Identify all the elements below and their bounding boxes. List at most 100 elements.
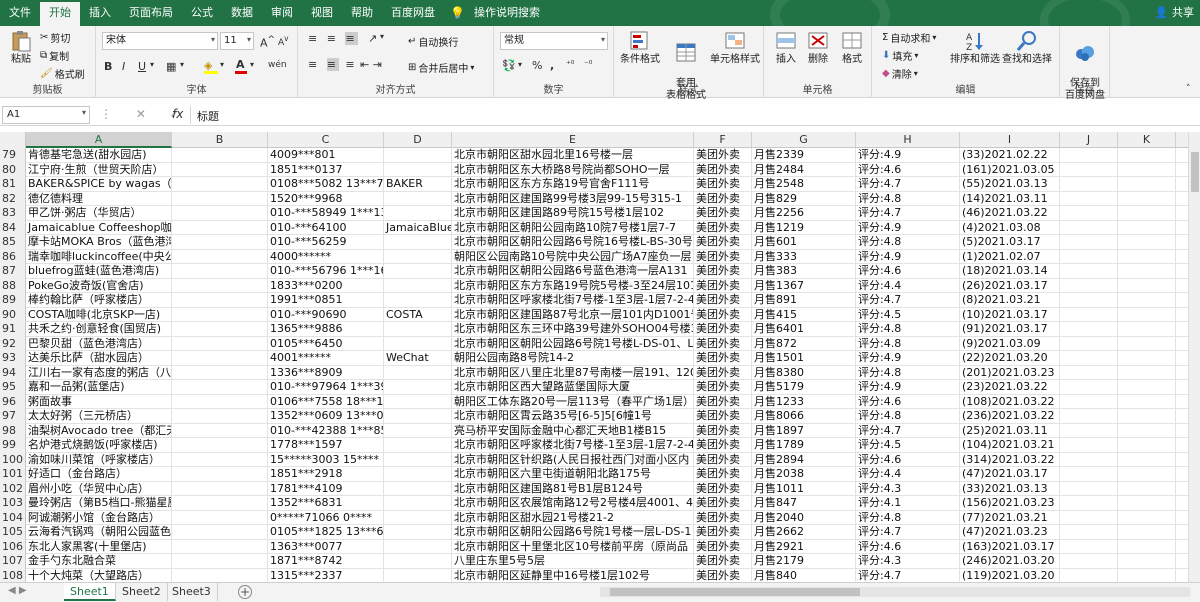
cell-b[interactable] — [172, 510, 268, 525]
cell-k[interactable] — [1118, 496, 1176, 511]
paste-button[interactable]: 粘贴 — [6, 30, 36, 66]
formula-input[interactable]: 标题 — [190, 106, 1198, 124]
cell-d[interactable] — [384, 264, 452, 279]
cell-b[interactable] — [172, 351, 268, 366]
row-header[interactable]: 100 — [0, 452, 26, 467]
cell-j[interactable] — [1060, 191, 1118, 206]
cell-c[interactable]: 010-***97964 1***39 — [268, 380, 384, 395]
cell-h[interactable]: 评分:4.9 — [856, 148, 960, 163]
cell-a[interactable]: 瑞幸咖啡luckincoffee(中央公园 — [26, 249, 172, 264]
cell-a[interactable]: 肯德基宅急送(甜水园店) — [26, 148, 172, 163]
cell-a[interactable]: Jamaicablue Coffeeshop咖啡 — [26, 220, 172, 235]
worksheet-grid[interactable]: ABCDEFGHIJK 79 肯德基宅急送(甜水园店) 4009***801 北京市朝… — [0, 132, 1188, 582]
cell-k[interactable] — [1118, 438, 1176, 453]
cell-k[interactable] — [1118, 293, 1176, 308]
column-header-b[interactable]: B — [172, 132, 268, 148]
cell-d[interactable] — [384, 278, 452, 293]
cell-a[interactable]: 德亿德料理 — [26, 191, 172, 206]
borders-dropdown[interactable]: ▾ — [180, 60, 184, 69]
cell-c[interactable]: 1315***2337 — [268, 568, 384, 582]
row-header[interactable]: 83 — [0, 206, 26, 221]
cell-i[interactable]: (8)2021.03.21 — [960, 293, 1060, 308]
cell-a[interactable]: 巴黎贝甜（蓝色港湾店） — [26, 336, 172, 351]
cell-k[interactable] — [1118, 162, 1176, 177]
cell-b[interactable] — [172, 496, 268, 511]
cell-styles-button[interactable]: 单元格样式 — [710, 30, 760, 66]
cell-f[interactable]: 美团外卖 — [694, 278, 752, 293]
tab-review[interactable]: 审阅 — [262, 0, 302, 26]
cell-a[interactable]: 眉州小吃（华贸中心店） — [26, 481, 172, 496]
cell-f[interactable]: 美团外卖 — [694, 423, 752, 438]
add-sheet-button[interactable]: + — [238, 585, 252, 599]
cell-h[interactable]: 评分:4.9 — [856, 220, 960, 235]
cell-i[interactable]: (26)2021.03.17 — [960, 278, 1060, 293]
percent-button[interactable]: % — [532, 59, 542, 72]
cell-b[interactable] — [172, 365, 268, 380]
column-header-f[interactable]: F — [694, 132, 752, 148]
cell-d[interactable] — [384, 481, 452, 496]
cell-f[interactable]: 美团外卖 — [694, 409, 752, 424]
cell-h[interactable]: 评分:4.7 — [856, 525, 960, 540]
cell-g[interactable]: 月售8380 — [752, 365, 856, 380]
cell-h[interactable]: 评分:4.8 — [856, 510, 960, 525]
cell-h[interactable]: 评分:4.8 — [856, 322, 960, 337]
cell-f[interactable]: 美团外卖 — [694, 191, 752, 206]
cell-i[interactable]: (55)2021.03.13 — [960, 177, 1060, 192]
font-color-icon[interactable]: A — [236, 58, 245, 71]
cell-k[interactable] — [1118, 539, 1176, 554]
cell-j[interactable] — [1060, 568, 1118, 582]
cell-g[interactable]: 月售891 — [752, 293, 856, 308]
cell-g[interactable]: 月售5179 — [752, 380, 856, 395]
cell-g[interactable]: 月售2662 — [752, 525, 856, 540]
cell-j[interactable] — [1060, 220, 1118, 235]
cell-h[interactable]: 评分:4.8 — [856, 365, 960, 380]
cell-k[interactable] — [1118, 336, 1176, 351]
cell-h[interactable]: 评分:4.3 — [856, 481, 960, 496]
cell-f[interactable]: 美团外卖 — [694, 235, 752, 250]
cell-i[interactable]: (156)2021.03.23 — [960, 496, 1060, 511]
row-header[interactable]: 84 — [0, 220, 26, 235]
row-header[interactable]: 96 — [0, 394, 26, 409]
fill-button[interactable]: ⬇ 填充 ▾ — [882, 48, 918, 63]
row-header[interactable]: 105 — [0, 525, 26, 540]
cell-d[interactable] — [384, 336, 452, 351]
cell-c[interactable]: 1520***9968 — [268, 191, 384, 206]
bold-button[interactable]: B — [104, 60, 112, 73]
tab-baidu-netdisk[interactable]: 百度网盘 — [382, 0, 444, 26]
insert-cells-button[interactable]: 插入 — [770, 30, 802, 66]
row-header[interactable]: 102 — [0, 481, 26, 496]
cell-i[interactable]: (314)2021.03.22 — [960, 452, 1060, 467]
cell-g[interactable]: 月售2548 — [752, 177, 856, 192]
format-cells-button[interactable]: 格式 — [836, 30, 868, 66]
phonetic-guide-button[interactable]: wén — [268, 60, 287, 70]
cell-a[interactable]: 东北人家黑客(十里堡店) — [26, 539, 172, 554]
column-header-d[interactable]: D — [384, 132, 452, 148]
cell-a[interactable]: 嘉和一品粥(蓝堡店) — [26, 380, 172, 395]
cell-i[interactable]: (201)2021.03.23 — [960, 365, 1060, 380]
cell-b[interactable] — [172, 162, 268, 177]
cell-j[interactable] — [1060, 177, 1118, 192]
decrease-decimal-icon[interactable]: ⁻⁰ — [584, 60, 592, 70]
cell-g[interactable]: 月售415 — [752, 307, 856, 322]
sort-filter-button[interactable]: AZ 排序和筛选 — [950, 30, 1000, 66]
cell-c[interactable]: 4001****** — [268, 351, 384, 366]
cell-k[interactable] — [1118, 394, 1176, 409]
cell-f[interactable]: 美团外卖 — [694, 148, 752, 163]
cell-b[interactable] — [172, 467, 268, 482]
cell-j[interactable] — [1060, 264, 1118, 279]
cell-g[interactable]: 月售829 — [752, 191, 856, 206]
cell-d[interactable] — [384, 510, 452, 525]
cell-a[interactable]: 名炉港式烧鹅饭(呼家楼店) — [26, 438, 172, 453]
cell-c[interactable]: 1991***0851 — [268, 293, 384, 308]
cell-b[interactable] — [172, 307, 268, 322]
cell-a[interactable]: 金手勺东北融合菜 — [26, 554, 172, 569]
cell-b[interactable] — [172, 235, 268, 250]
cell-k[interactable] — [1118, 467, 1176, 482]
cell-f[interactable]: 美团外卖 — [694, 322, 752, 337]
underline-dropdown[interactable]: ▾ — [150, 60, 154, 69]
cell-b[interactable] — [172, 452, 268, 467]
row-header[interactable]: 103 — [0, 496, 26, 511]
cell-j[interactable] — [1060, 496, 1118, 511]
cell-f[interactable]: 美团外卖 — [694, 394, 752, 409]
column-header-j[interactable]: J — [1060, 132, 1118, 148]
